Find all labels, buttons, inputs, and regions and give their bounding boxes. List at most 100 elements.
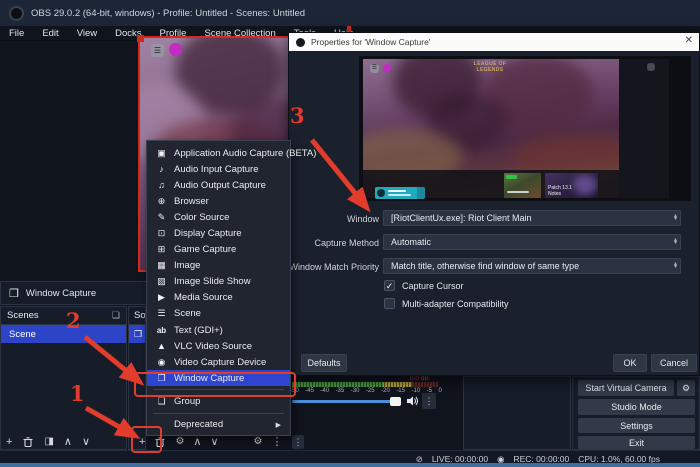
exit-button[interactable]: Exit [578, 436, 695, 449]
vlc-cone-icon: ▲ [156, 341, 167, 351]
menu-item-game-capture[interactable]: ⊞Game Capture [147, 242, 290, 258]
window-capture-preview: ☰ LEAGUE OF LEGENDS Patch 13.1 Notes [359, 56, 691, 201]
mixer-more-dots-icon[interactable]: ⋮ [292, 435, 304, 449]
move-scene-down-button[interactable]: ∨ [82, 437, 90, 448]
menu-view[interactable]: View [68, 28, 106, 39]
window-match-priority-label: Window Match Priority [289, 262, 379, 272]
group-folder-icon: ❏ [156, 396, 167, 407]
scene-list-item[interactable]: Scene [1, 325, 126, 343]
selection-handle[interactable] [137, 35, 144, 42]
multi-adapter-checkbox[interactable] [384, 298, 395, 309]
window-capture-icon: ❐ [9, 287, 19, 300]
window-match-priority-select[interactable]: Match title, otherwise find window of sa… [383, 258, 681, 274]
window-field-label: Window [289, 214, 379, 224]
window-select[interactable]: [RiotClientUx.exe]: Riot Client Main ▴▾ [383, 210, 681, 226]
annotation-box-add-button [131, 426, 162, 453]
volume-slider[interactable] [292, 400, 392, 403]
annotation-box-window-capture [134, 372, 296, 397]
defaults-button[interactable]: Defaults [301, 354, 347, 372]
scene-list-icon: ☰ [156, 308, 167, 319]
profile-icon [647, 63, 655, 71]
menu-scene-collection[interactable]: Scene Collection [195, 28, 284, 39]
speaker-icon[interactable] [406, 395, 418, 407]
source-properties-gear-icon[interactable]: ⚙ [175, 437, 184, 447]
settings-button[interactable]: Settings [578, 418, 695, 433]
dialog-title: Properties for 'Window Capture' [311, 37, 430, 47]
remove-scene-trash-icon[interactable] [22, 436, 34, 448]
start-virtual-camera-button[interactable]: Start Virtual Camera [578, 380, 674, 396]
mixer-peak-label: 0.0 dB [410, 375, 429, 382]
window-title: OBS 29.0.2 (64-bit, windows) - Profile: … [31, 8, 305, 19]
capture-cursor-checkbox[interactable]: ✓ [384, 280, 395, 291]
move-scene-up-button[interactable]: ∧ [64, 437, 72, 448]
menu-item-vlc-video-source[interactable]: ▲VLC Video Source [147, 338, 290, 354]
mixer-options-dots-icon[interactable]: ⋮ [422, 393, 436, 409]
notification-dot-icon [169, 43, 182, 56]
obs-window: OBS 29.0.2 (64-bit, windows) - Profile: … [0, 0, 700, 467]
cancel-button[interactable]: Cancel [651, 354, 697, 372]
menu-item-image-slide-show[interactable]: ▧Image Slide Show [147, 274, 290, 290]
submenu-arrow-icon: ▶ [276, 421, 281, 429]
monitor-icon: ⊡ [156, 228, 167, 239]
source-toolbar-label: Window Capture [26, 288, 96, 299]
menu-item-text-gdi[interactable]: abText (GDI+) [147, 322, 290, 338]
menu-item-deprecated[interactable]: Deprecated▶ [147, 417, 290, 433]
ok-button[interactable]: OK [613, 354, 647, 372]
client-menu-icon: ☰ [151, 44, 164, 57]
capture-method-select[interactable]: Automatic ▴▾ [383, 234, 681, 250]
menu-item-application-audio-capture[interactable]: ▣Application Audio Capture (BETA) [147, 145, 290, 161]
menu-file[interactable]: File [0, 28, 33, 39]
controls-panel: Start Virtual Camera ⚙ Studio Mode Setti… [572, 376, 700, 450]
studio-mode-button[interactable]: Studio Mode [578, 399, 695, 415]
image-icon: ▦ [156, 260, 167, 271]
menu-item-display-capture[interactable]: ⊡Display Capture [147, 225, 290, 241]
brush-icon: ✎ [156, 212, 167, 223]
gamepad-icon: ⊞ [156, 244, 167, 255]
title-bar: OBS 29.0.2 (64-bit, windows) - Profile: … [0, 0, 700, 26]
sources-more-dots-icon[interactable]: ⋮ [272, 437, 283, 448]
db-scale: -50-45-40-35-30-25-20-15-10-50 [290, 388, 442, 394]
globe-icon: ⊕ [156, 196, 167, 207]
new-badge [506, 175, 517, 179]
menu-item-scene[interactable]: ☰Scene [147, 306, 290, 322]
dialog-title-bar[interactable]: Properties for 'Window Capture' ✕ [289, 33, 699, 51]
menu-profile[interactable]: Profile [151, 28, 196, 39]
scene-filters-icon[interactable]: ◨ [44, 437, 53, 447]
notification-dot-icon [383, 64, 391, 72]
news-card [504, 173, 541, 198]
popout-icon[interactable]: ❏ [112, 310, 120, 321]
obs-dialog-logo-icon [296, 38, 305, 47]
audio-mixer-panel: 0.0 dB -50-45-40-35-30-25-20-15-10-50 ⋮ … [292, 374, 462, 450]
menu-item-video-capture-device[interactable]: ◉Video Capture Device [147, 354, 290, 370]
menu-item-color-source[interactable]: ✎Color Source [147, 209, 290, 225]
capture-method-label: Capture Method [289, 238, 379, 248]
scene-transitions-panel [463, 376, 571, 450]
menu-edit[interactable]: Edit [33, 28, 67, 39]
source-toolbar-toggle-gear-icon[interactable]: ⚙ [254, 437, 263, 447]
source-list-item[interactable]: ❐ [129, 325, 145, 343]
move-source-up-button[interactable]: ∧ [193, 437, 201, 448]
annotation-step-3: 3 [290, 103, 305, 128]
menu-item-browser[interactable]: ⊕Browser [147, 193, 290, 209]
virtual-camera-gear-icon[interactable]: ⚙ [677, 380, 695, 396]
speaker-out-icon: ♫ [156, 180, 167, 190]
menu-item-audio-input-capture[interactable]: ♪Audio Input Capture [147, 161, 290, 177]
menu-item-audio-output-capture[interactable]: ♫Audio Output Capture [147, 177, 290, 193]
client-menu-icon: ☰ [370, 64, 379, 73]
patch-notes-label: Patch 13.1 Notes [548, 186, 582, 198]
menu-item-media-source[interactable]: ▶Media Source [147, 290, 290, 306]
move-source-down-button[interactable]: ∨ [210, 437, 218, 448]
dialog-close-icon[interactable]: ✕ [685, 35, 693, 46]
multi-adapter-label: Multi-adapter Compatibility [402, 299, 509, 309]
patch-notes-card: Patch 13.1 Notes [545, 173, 598, 198]
volume-meter [292, 382, 438, 387]
client-sidebar [619, 59, 669, 198]
capture-cursor-label: Capture Cursor [402, 281, 464, 291]
annotation-step-1: 1 [70, 381, 85, 406]
scenes-toolbar: + ◨ ∧ ∨ [6, 436, 90, 448]
volume-slider-handle[interactable] [390, 397, 401, 406]
add-scene-button[interactable]: + [6, 437, 12, 448]
menu-item-image[interactable]: ▦Image [147, 258, 290, 274]
menu-separator [153, 413, 284, 414]
mic-icon: ♪ [156, 164, 167, 174]
